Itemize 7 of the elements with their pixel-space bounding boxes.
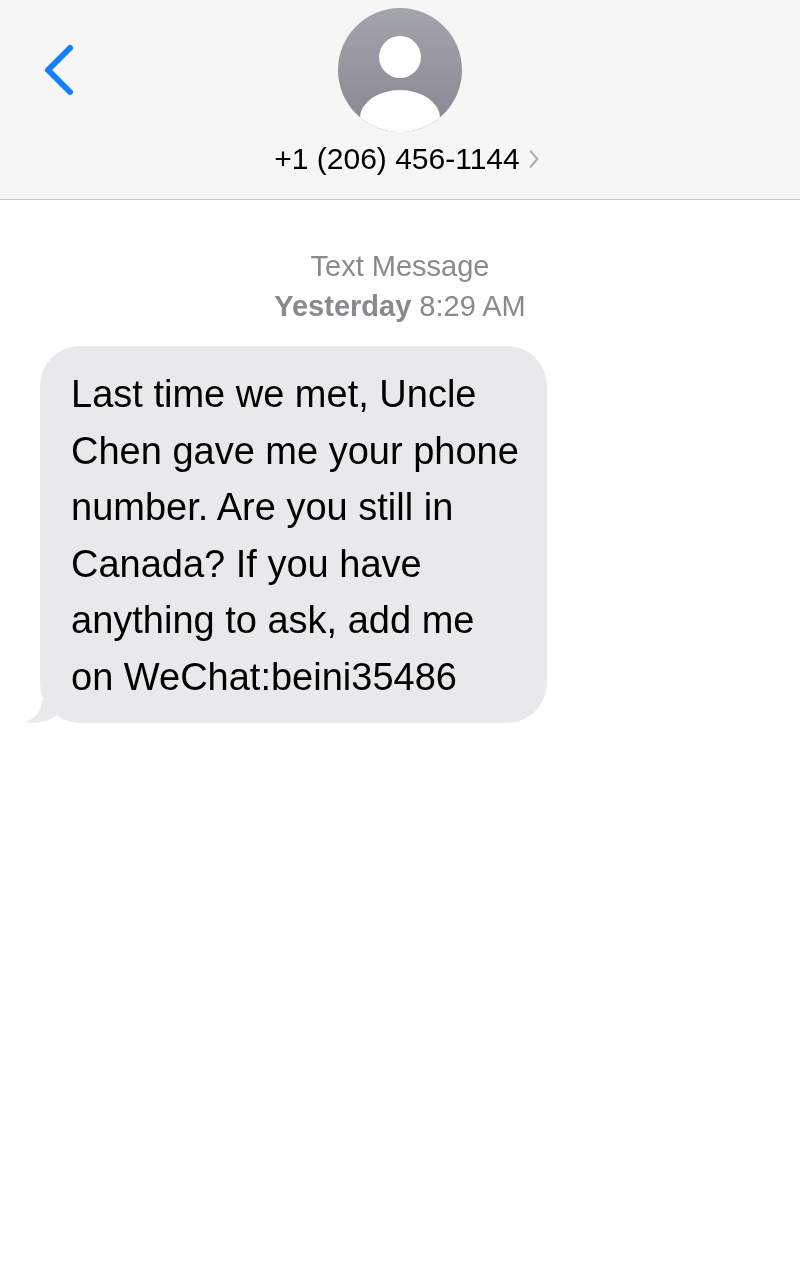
timestamp: Yesterday 8:29 AM xyxy=(274,289,526,324)
message-bubble: Last time we met, Uncle Chen gave me your phone number. Are you still in Canada? If you have anything to ask, add me on WeChat:beini35486 xyxy=(40,346,547,723)
contact-number[interactable]: +1 (206) 456-1144 xyxy=(274,142,520,176)
avatar-icon[interactable] xyxy=(338,8,462,132)
back-chevron-icon[interactable] xyxy=(42,44,74,96)
service-label: Text Message xyxy=(310,249,490,284)
chevron-icon xyxy=(527,149,540,169)
